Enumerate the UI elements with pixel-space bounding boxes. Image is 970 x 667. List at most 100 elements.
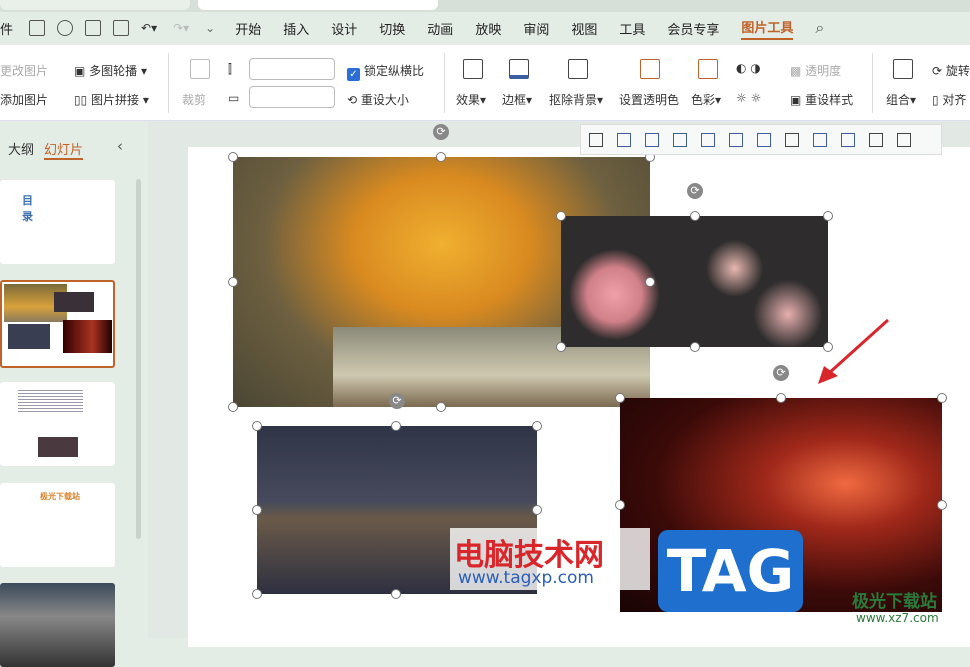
resize-handle[interactable] <box>228 152 238 162</box>
menu-start[interactable]: 开始 <box>235 19 261 38</box>
picture-roses[interactable] <box>561 216 828 347</box>
transparency-button[interactable]: ▩ 透明度 <box>790 62 841 79</box>
align-button[interactable]: ▯ 对齐 <box>932 91 966 108</box>
resize-handle[interactable] <box>556 211 566 221</box>
remove-bg-icon[interactable] <box>568 59 588 79</box>
preview-icon[interactable] <box>113 20 130 36</box>
resize-handle[interactable] <box>532 505 542 515</box>
resize-handle[interactable] <box>776 393 786 403</box>
menu-transition[interactable]: 切换 <box>379 19 405 38</box>
rotate-handle-icon[interactable]: ⟳ <box>433 124 449 140</box>
slide-thumb-3[interactable] <box>0 382 115 466</box>
resize-handle[interactable] <box>436 152 446 162</box>
rotate-handle-icon[interactable]: ⟳ <box>687 183 703 199</box>
menu-insert[interactable]: 插入 <box>283 19 309 38</box>
tab-slides[interactable]: 幻灯片 <box>44 139 84 160</box>
reset-style-button[interactable]: ▣ 重设样式 <box>790 91 853 108</box>
redo-icon[interactable]: ↷▾ <box>173 21 189 35</box>
menu-view[interactable]: 视图 <box>571 19 597 38</box>
align-center-icon[interactable] <box>645 132 659 147</box>
menu-tools[interactable]: 工具 <box>619 19 645 38</box>
resize-handle[interactable] <box>252 505 262 515</box>
resize-handle[interactable] <box>252 421 262 431</box>
menu-member[interactable]: 会员专享 <box>667 19 719 38</box>
slide-thumb-1[interactable]: 目 录 <box>0 180 115 264</box>
align-left-icon[interactable] <box>617 132 631 147</box>
resize-handle[interactable] <box>937 393 947 403</box>
contrast-up-icon[interactable]: ◐ ◑ <box>736 61 761 75</box>
resize-handle[interactable] <box>391 421 401 431</box>
color-button[interactable]: 色彩▾ <box>691 91 721 108</box>
color-icon[interactable] <box>698 59 718 79</box>
resize-handle[interactable] <box>436 402 446 412</box>
menu-review[interactable]: 审阅 <box>523 19 549 38</box>
tab-outline[interactable]: 大纲 <box>8 139 34 158</box>
slide-thumb-4[interactable]: 极光下载站 <box>0 483 115 567</box>
resize-handle[interactable] <box>252 589 262 599</box>
resize-handle[interactable] <box>615 393 625 403</box>
resize-handle[interactable] <box>532 421 542 431</box>
panel-scrollbar[interactable] <box>136 179 141 539</box>
set-transparent-button[interactable]: 设置透明色 <box>619 91 679 108</box>
resize-handle[interactable] <box>690 342 700 352</box>
group-icon[interactable] <box>893 59 913 79</box>
reset-size-button[interactable]: ⟲ 重设大小 <box>347 91 409 108</box>
remove-bg-button[interactable]: 抠除背景▾ <box>549 91 603 108</box>
tab-active[interactable] <box>198 0 438 10</box>
menu-slideshow[interactable]: 放映 <box>475 19 501 38</box>
rotate-handle-icon[interactable]: ⟳ <box>389 393 405 409</box>
carousel-button[interactable]: ▣ 多图轮播 ▾ <box>74 62 147 79</box>
effects-icon[interactable] <box>463 59 483 79</box>
select-icon[interactable] <box>589 132 603 147</box>
undo-icon[interactable]: ↶▾ <box>141 21 157 35</box>
align-middle-icon[interactable] <box>729 132 743 147</box>
share-icon[interactable] <box>57 20 74 36</box>
save-icon[interactable] <box>29 20 46 36</box>
menu-picture-tools[interactable]: 图片工具 <box>741 17 794 40</box>
group-icon[interactable] <box>869 132 883 147</box>
group-button[interactable]: 组合▾ <box>886 91 916 108</box>
align-right-icon[interactable] <box>673 132 687 147</box>
crop-icon[interactable] <box>190 59 210 79</box>
lock-ratio-checkbox[interactable]: ✓ 锁定纵横比 <box>347 62 424 81</box>
resize-handle[interactable] <box>228 402 238 412</box>
add-picture-button[interactable]: 添加图片 <box>0 91 48 108</box>
resize-handle[interactable] <box>228 277 238 287</box>
align-bottom-icon[interactable] <box>757 132 771 147</box>
tab[interactable] <box>0 0 190 10</box>
width-icon: ▭ <box>228 91 240 105</box>
print-icon[interactable] <box>85 20 102 36</box>
rotate-handle-icon[interactable]: ⟳ <box>773 365 789 381</box>
resize-handle[interactable] <box>391 589 401 599</box>
resize-handle[interactable] <box>615 500 625 510</box>
resize-handle[interactable] <box>937 500 947 510</box>
distribute-icon[interactable] <box>785 132 799 147</box>
menu-animation[interactable]: 动画 <box>427 19 453 38</box>
resize-handle[interactable] <box>690 211 700 221</box>
resize-handle[interactable] <box>645 277 655 287</box>
rotate-button[interactable]: ⟳ 旋转 <box>932 62 970 79</box>
border-icon[interactable] <box>509 59 529 79</box>
menu-design[interactable]: 设计 <box>331 19 357 38</box>
height-input[interactable] <box>249 58 335 80</box>
search-icon[interactable]: ⌕ <box>815 18 824 38</box>
slide-thumb-2-selected[interactable] <box>0 280 115 368</box>
brightness-icon[interactable]: ☼ ☼ <box>736 91 761 105</box>
collage-icon[interactable] <box>897 132 911 147</box>
crop-button[interactable]: 裁剪 <box>182 91 206 108</box>
resize-handle[interactable] <box>823 211 833 221</box>
transparent-color-icon[interactable] <box>640 59 660 79</box>
resize-handle[interactable] <box>556 342 566 352</box>
width-input[interactable] <box>249 86 335 108</box>
more-icon[interactable]: ⌄ <box>205 21 215 35</box>
align-top-icon[interactable] <box>701 132 715 147</box>
effects-button[interactable]: 效果▾ <box>456 91 486 108</box>
border-button[interactable]: 边框▾ <box>502 91 532 108</box>
menu-file[interactable]: 件 <box>0 19 13 38</box>
collage-button[interactable]: ▯▯ 图片拼接 ▾ <box>74 91 149 108</box>
distribute-horizontal-icon[interactable] <box>813 132 827 147</box>
change-picture-button[interactable]: 更改图片 <box>0 62 48 79</box>
collapse-panel-icon[interactable]: ‹ <box>117 137 123 155</box>
distribute-vertical-icon[interactable] <box>841 132 855 147</box>
slide-thumb-5[interactable] <box>0 583 115 667</box>
